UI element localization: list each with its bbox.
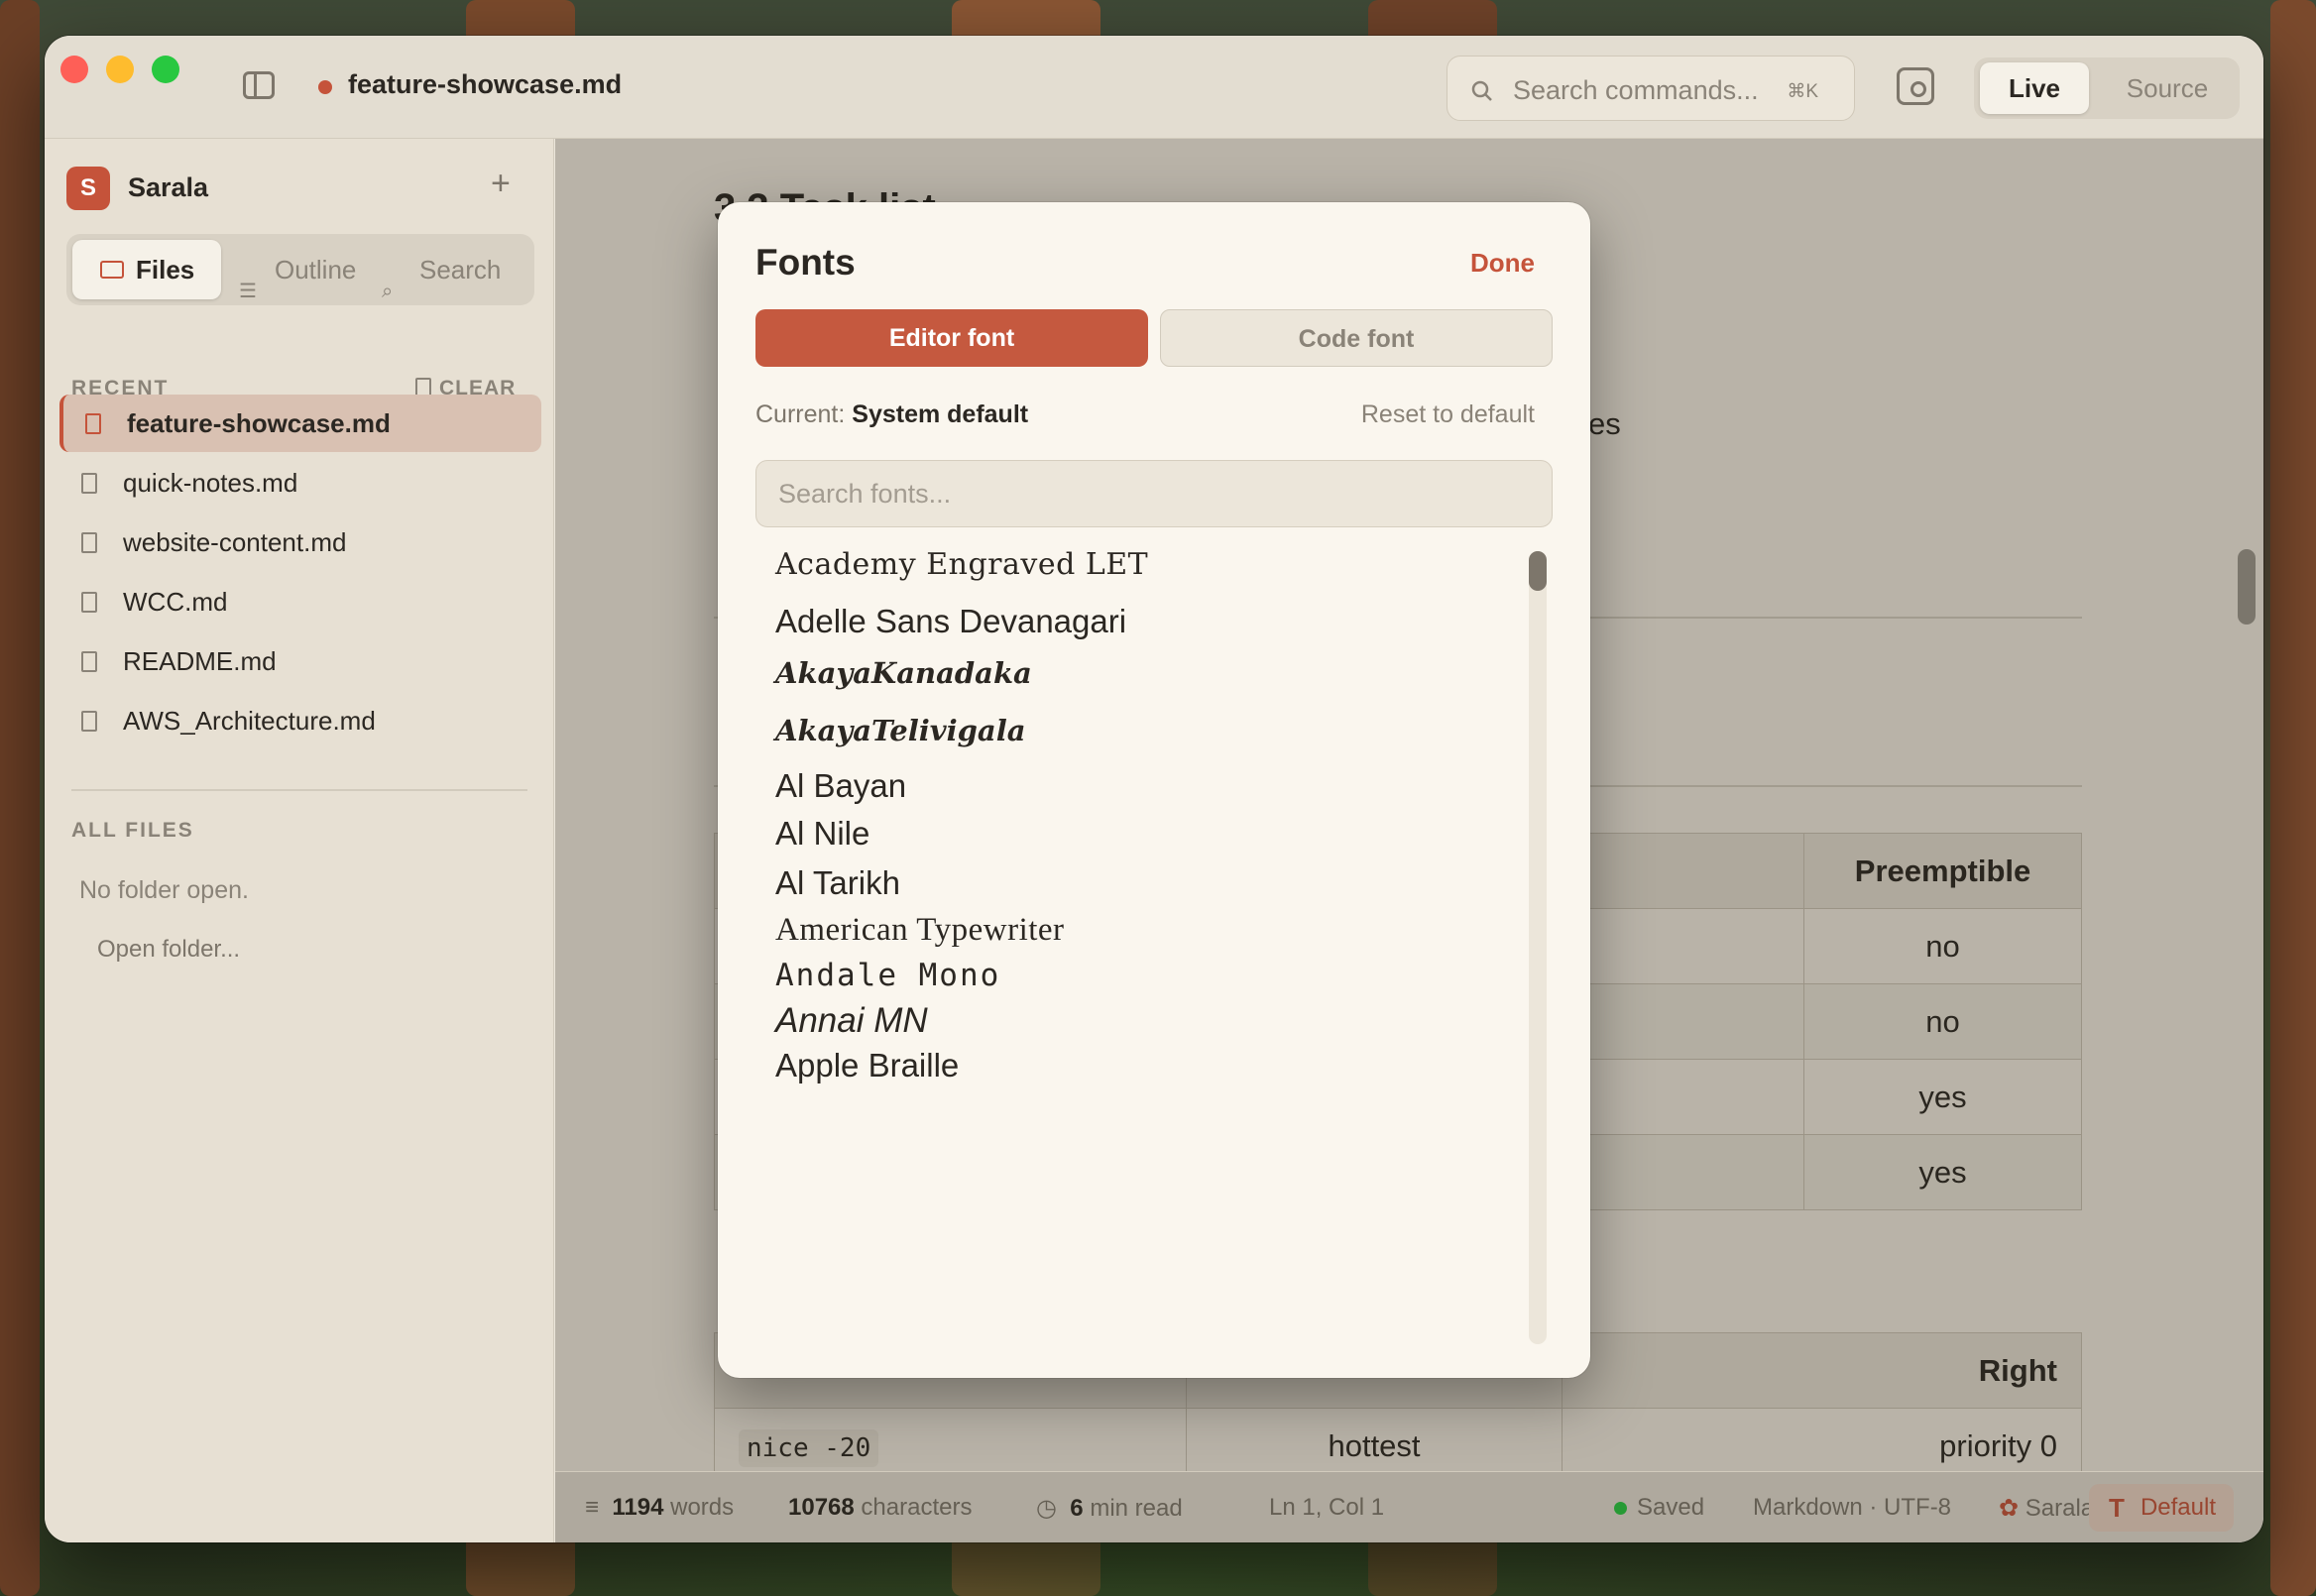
no-folder-message: No folder open. <box>79 876 249 904</box>
font-search-input[interactable] <box>755 460 1553 527</box>
current-font: Current: System default <box>755 400 1028 429</box>
recent-file-name: quick-notes.md <box>123 468 298 498</box>
tab-search-label: Search <box>419 255 502 285</box>
search-icon <box>1471 80 1492 101</box>
sidebar: S Sarala + Files ☰ Outline ⌕ Search RECE… <box>45 139 554 1542</box>
file-icon <box>81 592 97 613</box>
workspace-name[interactable]: Sarala <box>128 172 208 203</box>
document-title: feature-showcase.md <box>348 69 623 99</box>
tab-code-font[interactable]: Code font <box>1160 309 1553 367</box>
unsaved-indicator <box>318 80 332 94</box>
file-icon <box>81 532 97 553</box>
tab-outline[interactable]: ☰ Outline <box>235 240 374 302</box>
recent-file-item[interactable]: WCC.md <box>59 573 541 630</box>
tab-search[interactable]: ⌕ Search <box>382 240 530 302</box>
search-icon: ⌕ <box>382 281 394 302</box>
close-window-button[interactable] <box>60 56 88 83</box>
all-files-section-label: ALL FILES <box>71 819 194 842</box>
add-icon[interactable]: + <box>491 165 511 203</box>
file-icon <box>81 473 97 494</box>
font-option[interactable]: American Typewriter <box>775 912 1065 949</box>
recent-file-name: website-content.md <box>123 527 347 557</box>
sidebar-tabs: Files ☰ Outline ⌕ Search <box>66 234 534 305</box>
mode-live-button[interactable]: Live <box>1980 62 2089 114</box>
tab-outline-label: Outline <box>275 255 357 285</box>
file-icon <box>85 413 101 434</box>
open-folder-link[interactable]: Open folder... <box>97 936 240 964</box>
fonts-dialog: Fonts Done Editor font Code font Current… <box>718 202 1590 1378</box>
recent-file-name: WCC.md <box>123 587 228 617</box>
font-list-scrollbar-track[interactable] <box>1529 551 1547 1344</box>
recent-file-name: feature-showcase.md <box>127 408 391 438</box>
font-option[interactable]: Al Nile <box>775 815 869 853</box>
status-bar: ≡ 1194 words 10768 characters ◷ 6 min re… <box>555 1471 2263 1542</box>
recent-file-item[interactable]: feature-showcase.md <box>59 395 541 452</box>
current-font-label: Current: <box>755 400 846 428</box>
done-button[interactable]: Done <box>1470 248 1535 279</box>
tab-files[interactable]: Files <box>72 240 221 299</box>
focus-mode-icon[interactable] <box>1897 67 1934 105</box>
minimize-window-button[interactable] <box>106 56 134 83</box>
recent-file-item[interactable]: website-content.md <box>59 513 541 571</box>
font-list: Academy Engraved LET Adelle Sans Devanag… <box>755 539 1539 1352</box>
font-list-scrollbar-thumb[interactable] <box>1529 551 1547 591</box>
recent-file-item[interactable]: AWS_Architecture.md <box>59 692 541 749</box>
font-option[interactable]: AkayaKanadaka <box>775 656 1032 690</box>
font-option[interactable]: AkayaTelivigala <box>775 714 1026 747</box>
font-option[interactable]: Al Tarikh <box>775 864 900 902</box>
command-search[interactable]: Search commands... ⌘K <box>1447 56 1855 121</box>
recent-file-item[interactable]: quick-notes.md <box>59 454 541 512</box>
title-bar: feature-showcase.md Search commands... ⌘… <box>45 36 2263 139</box>
recent-file-name: AWS_Architecture.md <box>123 706 376 736</box>
font-option[interactable]: Andale Mono <box>775 958 1000 993</box>
recent-file-item[interactable]: README.md <box>59 632 541 690</box>
workspace-avatar[interactable]: S <box>66 167 110 210</box>
file-icon <box>81 711 97 732</box>
tab-files-label: Files <box>136 255 195 285</box>
sidebar-toggle-icon[interactable] <box>243 71 275 99</box>
tab-editor-font[interactable]: Editor font <box>755 309 1148 367</box>
file-icon <box>81 651 97 672</box>
font-option[interactable]: Apple Braille <box>775 1047 959 1084</box>
zoom-window-button[interactable] <box>152 56 179 83</box>
font-option[interactable]: Annai MN <box>775 1001 928 1041</box>
list-icon: ☰ <box>239 281 257 302</box>
command-search-placeholder: Search commands... <box>1513 75 1759 105</box>
sidebar-divider <box>71 789 527 791</box>
folder-icon <box>100 261 124 279</box>
font-option[interactable]: Academy Engraved LET <box>775 547 1148 582</box>
dialog-title: Fonts <box>755 242 856 283</box>
status-dim <box>555 1472 2263 1542</box>
reset-to-default-button[interactable]: Reset to default <box>1361 400 1535 429</box>
view-mode-toggle: Live Source <box>1974 57 2240 119</box>
font-option[interactable]: Adelle Sans Devanagari <box>775 603 1126 640</box>
current-font-value: System default <box>852 400 1029 428</box>
recent-file-name: README.md <box>123 646 277 676</box>
command-search-shortcut: ⌘K <box>1787 81 1818 102</box>
font-option[interactable]: Al Bayan <box>775 767 906 805</box>
mode-source-button[interactable]: Source <box>2113 62 2222 114</box>
